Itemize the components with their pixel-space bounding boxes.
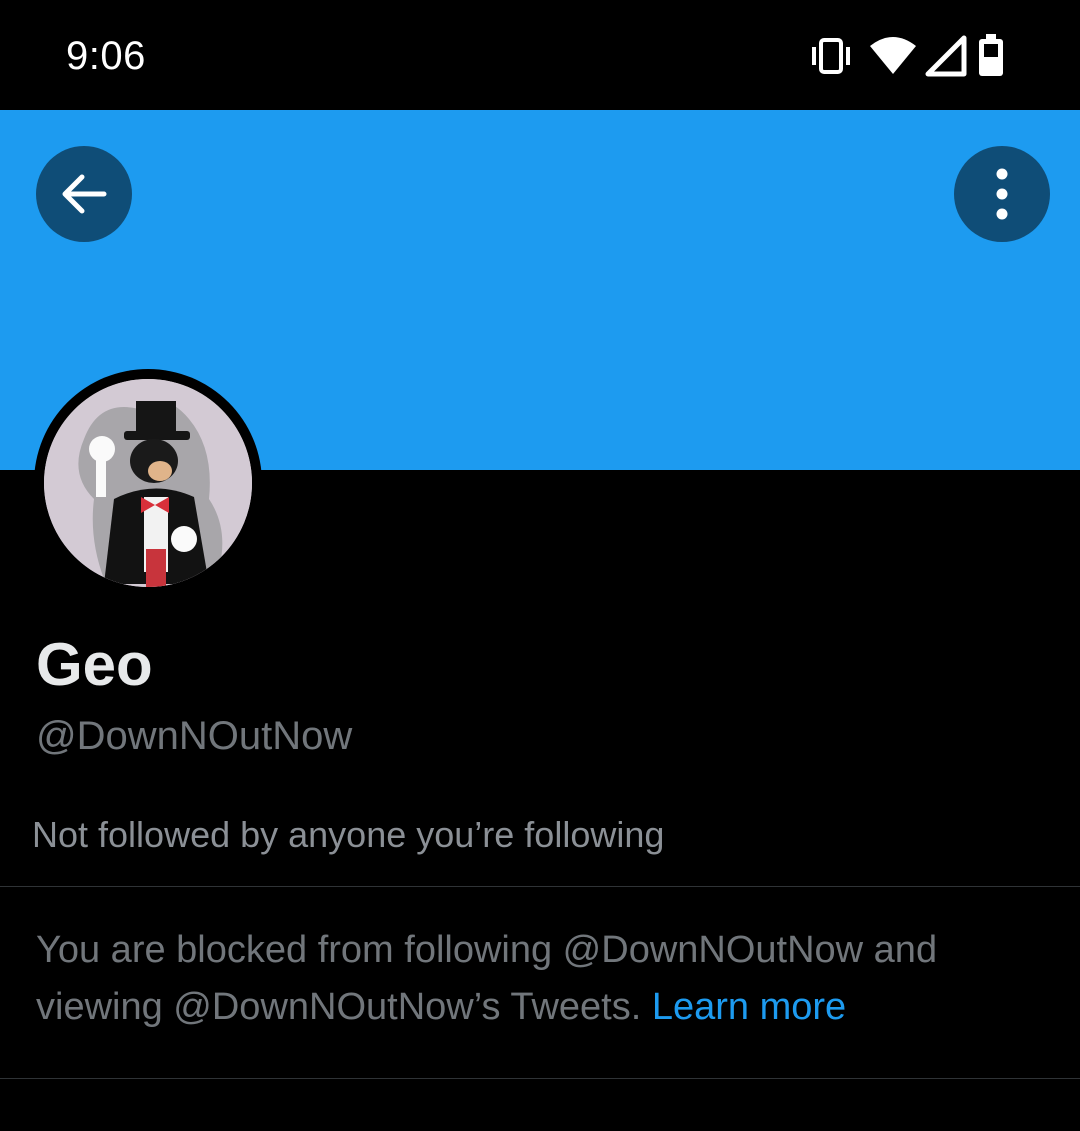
- status-bar: 9:06: [0, 0, 1080, 110]
- divider: [0, 1078, 1080, 1079]
- more-options-button[interactable]: [954, 146, 1050, 242]
- divider: [0, 886, 1080, 887]
- followers-you-know-note: Not followed by anyone you’re following: [32, 814, 665, 855]
- status-time: 9:06: [66, 34, 146, 78]
- profile-display-name: Geo: [36, 631, 153, 698]
- avatar[interactable]: [34, 369, 262, 597]
- back-button[interactable]: [36, 146, 132, 242]
- tuxedo-character-icon: [44, 379, 252, 587]
- blocked-notice: You are blocked from following @DownNOut…: [36, 922, 1046, 1036]
- battery-icon: [979, 34, 1003, 76]
- learn-more-link[interactable]: Learn more: [652, 986, 846, 1028]
- arrow-left-icon: [62, 174, 107, 214]
- profile-handle: @DownNOutNow: [36, 714, 353, 758]
- signal-icon: [925, 35, 967, 77]
- more-vertical-icon: [996, 168, 1008, 220]
- avatar-image: [44, 379, 252, 587]
- wifi-icon: [870, 37, 916, 74]
- vibrate-icon: [812, 38, 850, 74]
